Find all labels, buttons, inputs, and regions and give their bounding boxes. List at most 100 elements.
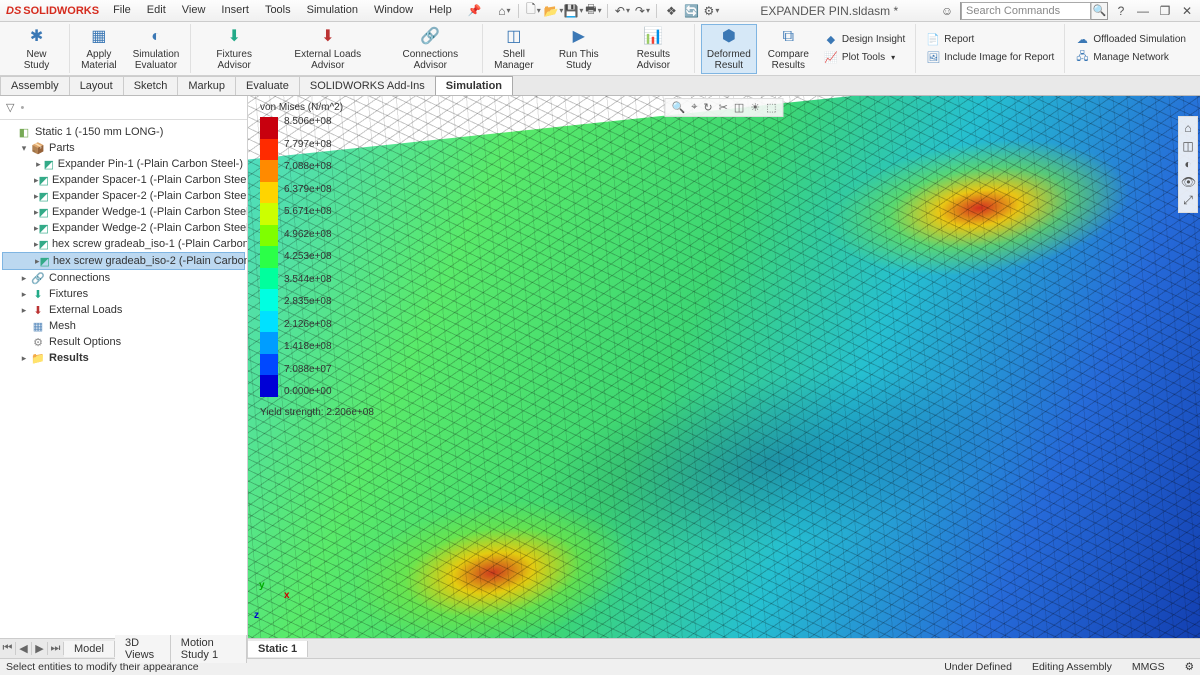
- tree-part-item[interactable]: ▸◩hex screw gradeab_iso-1 (-Plain Carbon…: [2, 236, 245, 252]
- stress-legend: von Mises (N/m^2) 8.506e+087.797e+087.08…: [260, 102, 374, 418]
- section-icon[interactable]: ✂: [719, 101, 728, 114]
- fea-result-plot: [248, 96, 1200, 658]
- shell-manager-button[interactable]: ◫Shell Manager: [489, 25, 538, 73]
- bottom-tab-model[interactable]: Model: [64, 641, 115, 657]
- app-logo: DSSOLIDWORKS: [0, 5, 105, 17]
- bottom-tab-3dviews[interactable]: 3D Views: [115, 635, 171, 663]
- tab-assembly[interactable]: Assembly: [0, 76, 70, 95]
- menu-window[interactable]: Window: [366, 1, 421, 20]
- tree-part-item[interactable]: ▸◩Expander Wedge-2 (-Plain Carbon Steel-…: [2, 220, 245, 236]
- apply-material-button[interactable]: ▦Apply Material: [76, 25, 122, 73]
- connections-advisor-button[interactable]: 🔗Connections Advisor: [385, 25, 477, 73]
- menu-pin-icon[interactable]: 📌: [460, 1, 490, 20]
- tree-connections[interactable]: ▸🔗Connections: [2, 270, 245, 286]
- tab-layout[interactable]: Layout: [69, 76, 124, 95]
- open-icon[interactable]: 📂: [544, 2, 562, 20]
- zoom-fit-icon[interactable]: 🔍: [671, 101, 685, 114]
- bottom-tab-motion[interactable]: Motion Study 1: [171, 635, 247, 663]
- manage-network-button[interactable]: 🖧Manage Network: [1071, 50, 1190, 66]
- fixtures-advisor-button[interactable]: ⬇Fixtures Advisor: [197, 25, 271, 73]
- zoom-area-icon[interactable]: ⌖: [691, 101, 697, 114]
- save-icon[interactable]: 💾: [564, 2, 582, 20]
- legend-title: von Mises (N/m^2): [260, 102, 374, 113]
- view-orient-icon[interactable]: ⬚: [766, 101, 776, 114]
- graphics-viewport[interactable]: 🔍 ⌖ ↻ ✂ ◫ ☀ ⬚ ⌂ ◫ ◐ 👁 ⤢ von Mises (N/m^2…: [248, 96, 1200, 658]
- tab-simulation[interactable]: Simulation: [435, 76, 513, 95]
- home-icon[interactable]: ⌂: [495, 2, 513, 20]
- tree-part-item-selected[interactable]: ▸◩hex screw gradeab_iso-2 (-Plain Carbon…: [2, 252, 245, 270]
- status-hint: Select entities to modify their appearan…: [6, 661, 199, 673]
- rotate-icon[interactable]: ↻: [703, 101, 712, 114]
- menu-view[interactable]: View: [174, 1, 214, 20]
- simulation-evaluator-button[interactable]: ◐Simulation Evaluator: [128, 25, 185, 73]
- tab-addins[interactable]: SOLIDWORKS Add-Ins: [299, 76, 436, 95]
- menu-insert[interactable]: Insert: [213, 1, 257, 20]
- menu-simulation[interactable]: Simulation: [299, 1, 366, 20]
- compare-results-button[interactable]: ⧉Compare Results: [763, 25, 814, 73]
- menu-edit[interactable]: Edit: [139, 1, 174, 20]
- heads-up-hide-icon[interactable]: 👁: [1181, 175, 1195, 189]
- tab-first-icon[interactable]: ⏮: [0, 642, 16, 655]
- status-units[interactable]: MMGS: [1132, 661, 1165, 673]
- filter-icon[interactable]: ▽: [6, 101, 14, 114]
- heads-up-expand-icon[interactable]: ⤢: [1181, 193, 1195, 208]
- tree-part-item[interactable]: ▸◩Expander Spacer-2 (-Plain Carbon Steel…: [2, 188, 245, 204]
- menu-help[interactable]: Help: [421, 1, 460, 20]
- heads-up-home-icon[interactable]: ⌂: [1181, 121, 1195, 135]
- search-icon[interactable]: 🔍: [1091, 3, 1107, 19]
- run-study-button[interactable]: ▶Run This Study: [545, 25, 613, 73]
- external-loads-advisor-button[interactable]: ⬇External Loads Advisor: [277, 25, 379, 73]
- redo-icon[interactable]: ↷: [633, 2, 651, 20]
- heads-up-appearance-icon[interactable]: ◐: [1181, 157, 1195, 171]
- menu-tools[interactable]: Tools: [257, 1, 299, 20]
- user-icon[interactable]: ☺: [938, 2, 956, 20]
- tab-sketch[interactable]: Sketch: [123, 76, 179, 95]
- tree-part-item[interactable]: ▸◩Expander Pin-1 (-Plain Carbon Steel-): [2, 156, 245, 172]
- close-icon[interactable]: ✕: [1178, 2, 1196, 20]
- tab-last-icon[interactable]: ⏭: [48, 642, 64, 655]
- menu-file[interactable]: File: [105, 1, 139, 20]
- study-tab-static1[interactable]: Static 1: [248, 641, 308, 657]
- include-image-button[interactable]: 🖼Include Image for Report: [922, 50, 1058, 66]
- tree-parts[interactable]: ▾📦Parts: [2, 140, 245, 156]
- tab-evaluate[interactable]: Evaluate: [235, 76, 300, 95]
- scene-icon[interactable]: ☀: [750, 101, 760, 114]
- tab-next-icon[interactable]: ▶: [32, 642, 48, 655]
- restore-icon[interactable]: ❐: [1156, 2, 1174, 20]
- tree-study-root[interactable]: ◧Static 1 (-150 mm LONG-): [2, 124, 245, 140]
- new-doc-icon[interactable]: 🗋: [524, 2, 542, 20]
- help-icon[interactable]: ?: [1112, 2, 1130, 20]
- tree-result-options[interactable]: ⚙Result Options: [2, 334, 245, 350]
- tree-mesh[interactable]: ▦Mesh: [2, 318, 245, 334]
- display-style-icon[interactable]: ◫: [734, 101, 744, 114]
- yield-strength-label: Yield strength: 2.206e+08: [260, 407, 374, 418]
- plot-tools-button[interactable]: 📈Plot Tools▾: [820, 50, 909, 66]
- offloaded-sim-button[interactable]: ☁Offloaded Simulation: [1071, 32, 1190, 48]
- report-button[interactable]: 📄Report: [922, 32, 1058, 48]
- undo-icon[interactable]: ↶: [613, 2, 631, 20]
- status-extra-icon[interactable]: ⚙: [1185, 661, 1194, 673]
- design-insight-button[interactable]: ◆Design Insight: [820, 32, 909, 48]
- menu-bar: File Edit View Insert Tools Simulation W…: [105, 1, 489, 20]
- results-advisor-button[interactable]: 📊Results Advisor: [619, 25, 688, 73]
- status-mode: Editing Assembly: [1032, 661, 1112, 673]
- tab-markup[interactable]: Markup: [177, 76, 236, 95]
- search-commands-input[interactable]: Search Commands: [961, 2, 1091, 20]
- tree-results[interactable]: ▸📁Results: [2, 350, 245, 366]
- tree-part-item[interactable]: ▸◩Expander Spacer-1 (-Plain Carbon Steel…: [2, 172, 245, 188]
- new-study-button[interactable]: ✱New Study: [10, 25, 63, 73]
- heads-up-view-icon[interactable]: ◫: [1181, 139, 1195, 153]
- tab-prev-icon[interactable]: ◀: [16, 642, 32, 655]
- minimize-icon[interactable]: —: [1134, 2, 1152, 20]
- options-icon[interactable]: ⚙: [702, 2, 720, 20]
- tree-external-loads[interactable]: ▸⬇External Loads: [2, 302, 245, 318]
- deformed-result-button[interactable]: ⬢Deformed Result: [701, 24, 757, 74]
- tree-fixtures[interactable]: ▸⬇Fixtures: [2, 286, 245, 302]
- tree-part-item[interactable]: ▸◩Expander Wedge-1 (-Plain Carbon Steel-…: [2, 204, 245, 220]
- rebuild-icon[interactable]: 🔄: [682, 2, 700, 20]
- ribbon: ✱New Study ▦Apply Material ◐Simulation E…: [0, 22, 1200, 76]
- command-tabs: Assembly Layout Sketch Markup Evaluate S…: [0, 76, 1200, 96]
- selection-icon[interactable]: ❖: [662, 2, 680, 20]
- print-icon[interactable]: 🖶: [584, 2, 602, 20]
- status-defined: Under Defined: [944, 661, 1012, 673]
